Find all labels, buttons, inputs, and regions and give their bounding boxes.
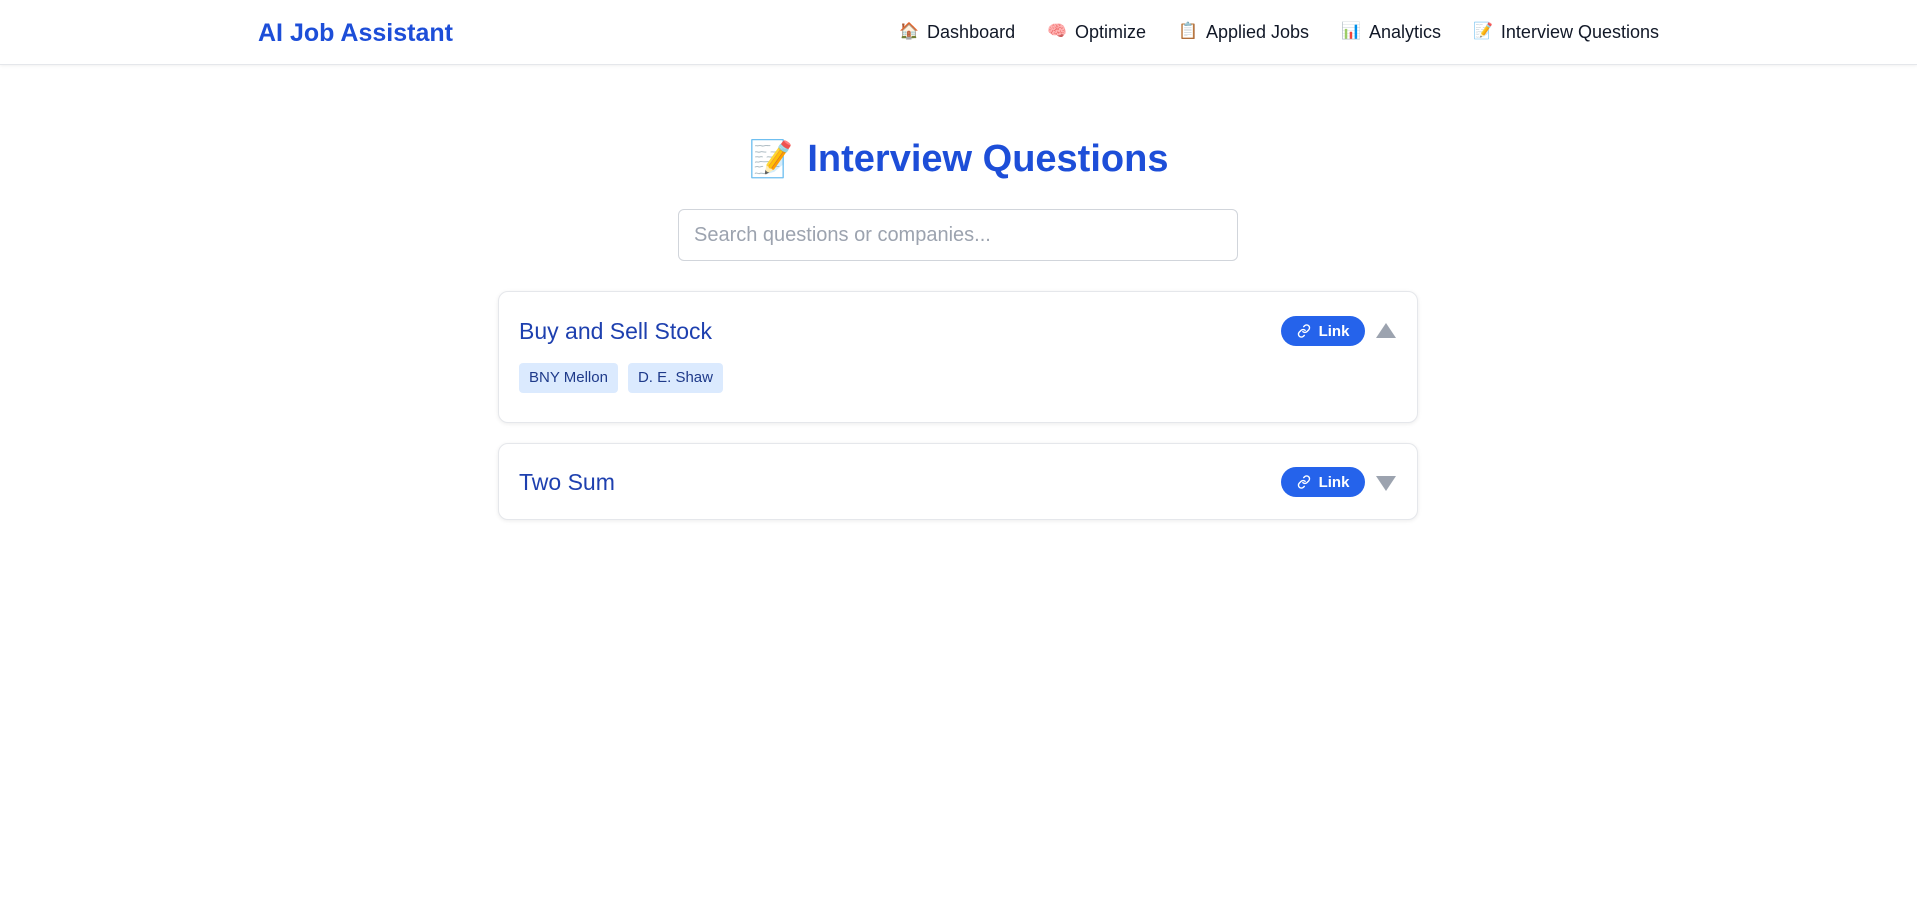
main-nav: 🏠 Dashboard 🧠 Optimize 📋 Applied Jobs 📊 … xyxy=(899,20,1659,44)
nav-item-label: Analytics xyxy=(1368,22,1441,42)
clipboard-icon: 📋 xyxy=(1178,23,1198,40)
question-link-button[interactable]: Link xyxy=(1281,316,1365,346)
page-title-text: Interview Questions xyxy=(807,138,1169,180)
question-title[interactable]: Two Sum xyxy=(519,467,615,497)
nav-item-label: Applied Jobs xyxy=(1205,22,1310,42)
company-tag: BNY Mellon xyxy=(519,363,618,393)
link-icon xyxy=(1297,324,1311,338)
top-navbar: AI Job Assistant 🏠 Dashboard 🧠 Optimize … xyxy=(0,0,1917,65)
memo-icon: 📝 xyxy=(1473,23,1493,40)
nav-item-dashboard[interactable]: 🏠 Dashboard xyxy=(899,20,1015,44)
nav-item-interview-questions[interactable]: 📝 Interview Questions xyxy=(1473,20,1659,44)
nav-item-label: Optimize xyxy=(1075,22,1147,42)
house-icon: 🏠 xyxy=(899,23,920,40)
expand-toggle-icon[interactable] xyxy=(1375,472,1397,494)
app-brand-link[interactable]: AI Job Assistant xyxy=(258,18,453,48)
search-input[interactable] xyxy=(678,209,1238,261)
link-button-label: Link xyxy=(1318,473,1350,491)
link-button-label: Link xyxy=(1318,322,1350,340)
question-title[interactable]: Buy and Sell Stock xyxy=(519,316,712,346)
nav-item-label: Dashboard xyxy=(927,22,1016,42)
nav-item-applied-jobs[interactable]: 📋 Applied Jobs xyxy=(1178,20,1309,44)
nav-item-optimize[interactable]: 🧠 Optimize xyxy=(1047,20,1146,44)
brain-icon: 🧠 xyxy=(1047,23,1068,40)
link-icon xyxy=(1297,475,1311,489)
company-tags: BNY Mellon D. E. Shaw xyxy=(519,363,723,393)
question-link-button[interactable]: Link xyxy=(1281,467,1365,497)
bar-chart-icon: 📊 xyxy=(1341,23,1361,40)
collapse-toggle-icon[interactable] xyxy=(1375,320,1397,342)
nav-item-label: Interview Questions xyxy=(1500,22,1659,42)
question-card: Two Sum Link xyxy=(498,443,1418,520)
page-title: 📝 Interview Questions xyxy=(0,136,1917,182)
nav-item-analytics[interactable]: 📊 Analytics xyxy=(1341,20,1441,44)
memo-icon: 📝 xyxy=(748,138,794,179)
company-tag: D. E. Shaw xyxy=(627,363,723,393)
question-card: Buy and Sell Stock Link BNY Mellon D. E.… xyxy=(498,291,1418,423)
